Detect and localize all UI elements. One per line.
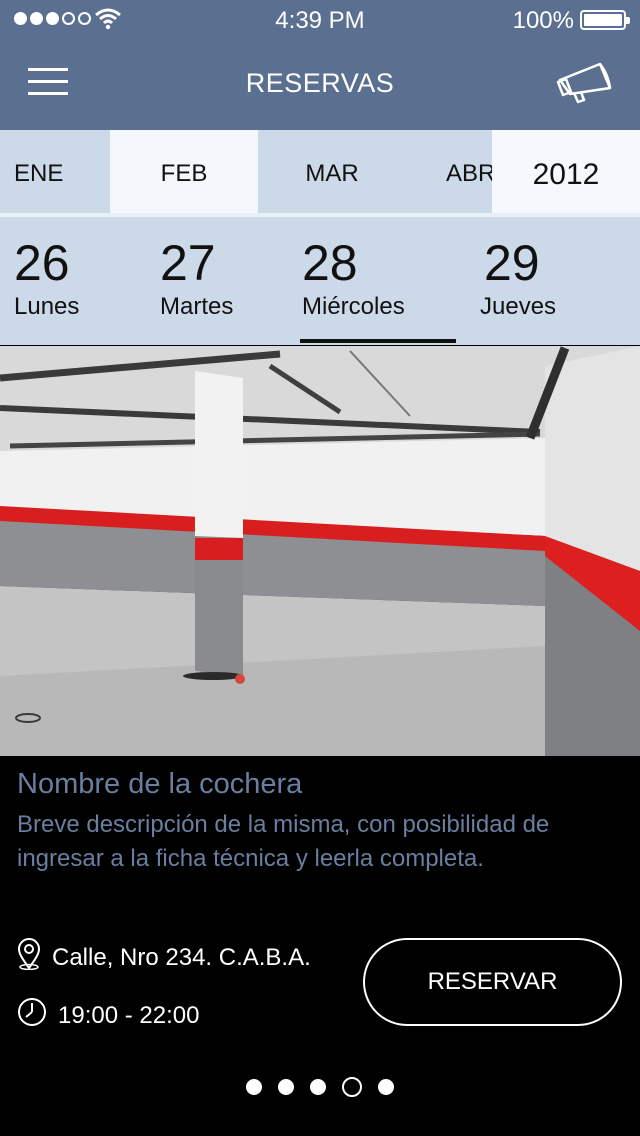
year-selector[interactable]: 2012 [492, 130, 640, 216]
page-dot[interactable] [310, 1079, 326, 1095]
day-name: Jueves [480, 293, 557, 320]
page-dot[interactable] [378, 1079, 394, 1095]
page-dot[interactable] [246, 1079, 262, 1095]
listing-panel: Nombre de la cochera Breve descripción d… [0, 756, 640, 1136]
reserve-button[interactable]: RESERVAR [363, 938, 622, 1026]
page-dot[interactable] [278, 1079, 294, 1095]
garage-name[interactable]: Nombre de la cochera [17, 768, 302, 801]
day-number: 28 [302, 235, 358, 291]
page-title: RESERVAS [245, 68, 395, 98]
day-name: Lunes [14, 293, 80, 320]
status-bar: 4:39 PM 100% [0, 0, 640, 40]
page-indicator [0, 1077, 640, 1097]
day-number: 26 [14, 235, 70, 291]
garage-description[interactable]: Breve descripción de la misma, con posib… [17, 808, 627, 876]
top-bar: 4:39 PM 100% RESERVAS [0, 0, 640, 130]
day-number: 29 [484, 235, 540, 291]
month-mar[interactable]: MAR [258, 130, 406, 216]
day-name: Miércoles [302, 293, 405, 320]
garage-address: Calle, Nro 234. C.A.B.A. [52, 944, 311, 971]
day-selector: 26 Lunes 27 Martes 28 Miércoles 29 Jueve… [0, 217, 640, 345]
megaphone-icon[interactable] [556, 58, 614, 106]
clock-icon [18, 998, 46, 1026]
month-feb-selected[interactable]: FEB [110, 130, 258, 216]
day-name: Martes [160, 293, 234, 320]
battery-icon [580, 10, 630, 30]
page-dot-active[interactable] [342, 1077, 362, 1097]
garage-photo[interactable] [0, 346, 640, 756]
garage-hours: 19:00 - 22:00 [58, 1002, 200, 1029]
month-selector: ENE FEB MAR ABR 2012 [0, 130, 640, 216]
day-number: 27 [160, 235, 216, 291]
month-ene[interactable]: ENE [0, 130, 110, 216]
battery-percentage: 100% [512, 7, 574, 34]
location-pin-icon [17, 938, 41, 970]
selected-day-indicator [300, 339, 456, 343]
